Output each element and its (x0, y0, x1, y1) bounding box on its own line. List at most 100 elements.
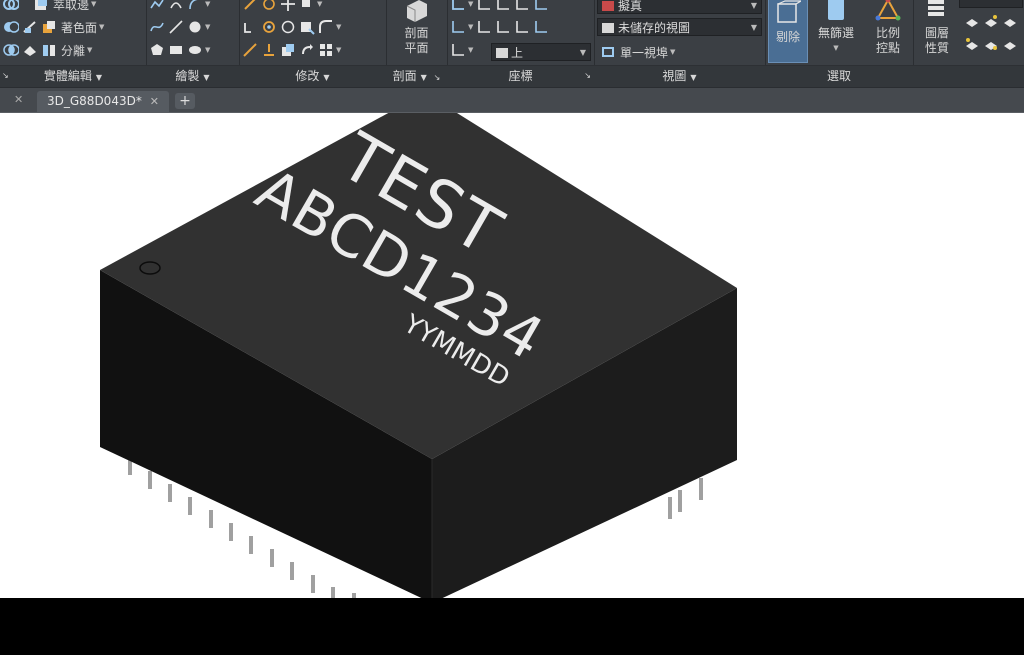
chevron-down-icon: ▼ (323, 73, 330, 82)
panel-footer-section[interactable]: 剖面 ▼ ↘ (386, 65, 447, 87)
panel-footer-layers[interactable] (913, 65, 1024, 87)
ucs-named-select[interactable]: 上 ▼ (491, 43, 591, 61)
slice-tool[interactable] (22, 17, 38, 37)
chevron-down-icon: ▼ (205, 23, 211, 31)
ellipse-tool[interactable]: ▼ (187, 40, 210, 60)
color-faces-icon (41, 19, 57, 35)
ucs-object-icon (533, 19, 549, 35)
ucs-x-tool[interactable] (514, 0, 530, 14)
layer-properties-button[interactable]: 圖層 性質 (917, 0, 957, 56)
arc-tool[interactable]: ▼ (187, 0, 210, 14)
array-tool[interactable] (261, 17, 277, 37)
ucs-origin-tool[interactable]: ▼ (450, 17, 473, 37)
spline-tool[interactable] (149, 17, 165, 37)
panel-footer-view[interactable]: 視圖 ▼ (594, 65, 765, 87)
extract-edges-icon (33, 0, 49, 12)
rotate-3d-tool[interactable] (261, 0, 277, 14)
move-gizmo-tool[interactable] (242, 0, 258, 14)
section-plane-button[interactable]: 剖面 平面 (386, 0, 447, 56)
gizmo-button[interactable]: 比例 控點 (865, 0, 911, 56)
ribbon: 萃取邊 ▼ 著色面 ▼ 分離 ▼ ↘ 實體編輯 ▼ ▼ ▼ ▼ 繪製 ▼ ▼ ▼… (0, 0, 1024, 88)
layer-tool-5[interactable] (983, 34, 999, 54)
layer-tool-3[interactable] (1002, 11, 1018, 31)
panel-footer-coordinates[interactable]: 座標 ↘ (447, 65, 594, 87)
layer-tool-4[interactable] (964, 34, 980, 54)
layer-tool-1[interactable] (964, 11, 980, 31)
rectangle-tool[interactable] (168, 40, 184, 60)
scale-tool[interactable] (299, 17, 315, 37)
layer-lock-icon (964, 36, 980, 52)
grid-array-tool[interactable]: ▼ (318, 40, 341, 60)
ucs-object-tool[interactable] (533, 17, 549, 37)
chevron-down-icon: ▼ (670, 48, 676, 56)
layer-tool-2[interactable] (983, 11, 999, 31)
document-tab-strip: ✕ 3D_G88D043D* ✕ + (0, 88, 1024, 113)
fillet-tool[interactable]: ▼ (318, 17, 341, 37)
mirror-tool[interactable] (242, 17, 258, 37)
panel-solid-editing: 萃取邊 ▼ 著色面 ▼ 分離 ▼ ↘ 實體編輯 ▼ (0, 0, 147, 87)
panel-footer-draw[interactable]: 繪製 ▼ (146, 65, 239, 87)
circle-tool[interactable]: ▼ (187, 17, 210, 37)
helix-icon (168, 0, 184, 12)
ucs-y-tool[interactable] (514, 17, 530, 37)
new-tab-button[interactable]: + (175, 93, 195, 109)
ucs-icon-tool[interactable]: ▼ (450, 40, 473, 60)
panel-label: 選取 (826, 69, 851, 83)
document-tab[interactable]: 3D_G88D043D* ✕ (37, 91, 169, 112)
ucs-z-tool[interactable] (476, 17, 492, 37)
extract-edges-tool[interactable]: 萃取邊 ▼ (33, 0, 96, 14)
ucs-origin-icon (450, 19, 466, 35)
chevron-down-icon: ▼ (203, 73, 210, 82)
circle-offset-tool[interactable] (280, 17, 296, 37)
close-icon[interactable]: ✕ (150, 91, 159, 112)
polyline-tool[interactable] (149, 0, 165, 14)
trim-tool[interactable] (261, 40, 277, 60)
color-faces-tool[interactable]: 著色面 ▼ (41, 17, 104, 37)
panel-label: 剖面 (392, 69, 417, 83)
panel-footer-selection[interactable]: 選取 (765, 65, 913, 87)
helix-tool[interactable] (168, 0, 184, 14)
stretch-tool[interactable] (242, 40, 258, 60)
move-tool[interactable] (280, 0, 296, 14)
ucs-tool[interactable]: ▼ (450, 0, 473, 14)
rotate-3d-icon (261, 0, 277, 12)
chip-model[interactable]: TEST ABCD1234 YYMMDD (0, 113, 1024, 598)
panel-label: 實體編輯 (43, 69, 92, 83)
line-tool[interactable] (168, 17, 184, 37)
ucs-world-tool[interactable] (495, 0, 511, 14)
drawing-viewport[interactable]: TEST ABCD1234 YYMMDD (0, 113, 1024, 598)
rotate-icon (299, 42, 315, 58)
align-tool[interactable]: ▼ (299, 0, 322, 14)
rotate-tool[interactable] (299, 40, 315, 60)
mirror-icon (242, 19, 258, 35)
layer-walk-icon (1002, 36, 1018, 52)
chevron-down-icon: ▼ (95, 73, 103, 82)
separate-tool[interactable]: 分離 ▼ (41, 40, 92, 60)
copy-tool[interactable] (280, 40, 296, 60)
ucs-previous-tool[interactable] (476, 0, 492, 14)
panel-footer-solid-editing[interactable]: ↘ 實體編輯 ▼ (0, 65, 146, 87)
named-view-select[interactable]: 未儲存的視圖 ▼ (597, 18, 762, 36)
no-filter-button[interactable]: 無篩選 ▼ (813, 0, 859, 56)
ellipse-icon (187, 42, 203, 58)
union-tool[interactable] (3, 0, 20, 14)
ucs-view-tool[interactable] (533, 0, 549, 14)
layer-state-select[interactable] (959, 0, 1023, 8)
subtract-tool[interactable] (3, 17, 20, 37)
ucs-x-icon (514, 0, 530, 12)
ucs-view-icon (533, 0, 549, 12)
chevron-down-icon: ▼ (468, 23, 474, 31)
close-icon[interactable]: ✕ (14, 93, 23, 106)
panel-footer-modify[interactable]: 修改 ▼ (239, 65, 386, 87)
polygon-tool[interactable] (149, 40, 165, 60)
viewport-config-button[interactable]: 單一視埠 ▼ (600, 42, 675, 62)
panel-modify: ▼ ▼ ▼ 修改 ▼ (239, 0, 387, 87)
imprint-tool[interactable] (22, 40, 38, 60)
circle-icon (187, 19, 203, 35)
ucs-3point-tool[interactable] (495, 17, 511, 37)
layer-tool-6[interactable] (1002, 34, 1018, 54)
visual-style-select[interactable]: 擬真 ▼ (597, 0, 762, 14)
ucs-top-icon (496, 48, 508, 58)
culling-button[interactable]: 剔除 (768, 0, 808, 63)
intersect-tool[interactable] (3, 40, 20, 60)
